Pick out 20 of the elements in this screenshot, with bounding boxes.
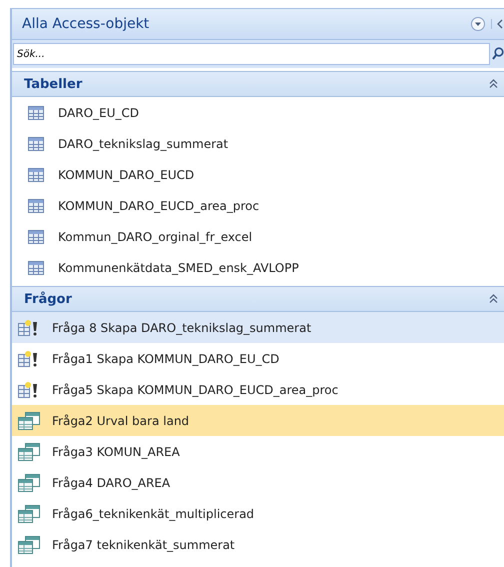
- group-title: Tabeller: [24, 76, 84, 92]
- navigation-item[interactable]: Fråga 8 Skapa DARO_teknikslag_summerat: [12, 312, 504, 343]
- navigation-item[interactable]: Fråga3 KOMUN_AREA: [12, 436, 504, 467]
- group-title: Frågor: [24, 292, 73, 306]
- navigation-item[interactable]: DARO_EU_CD: [12, 97, 504, 128]
- group-header[interactable]: Tabeller: [12, 71, 504, 97]
- search-field[interactable]: Sök...: [13, 43, 490, 65]
- navigation-item[interactable]: Kommunenkätdata_SMED_ensk_AVLOPP: [12, 252, 504, 283]
- navigation-item[interactable]: Fråga1 Skapa KOMMUN_DARO_EU_CD: [12, 343, 504, 374]
- navigation-item[interactable]: Fråga7 teknikenkät_summerat: [12, 529, 504, 560]
- navigation-item[interactable]: Fråga2 Urval bara land: [12, 405, 504, 436]
- navigation-item[interactable]: Fråga6_teknikenkät_multiplicerad: [12, 498, 504, 529]
- pane-title: Alla Access-objekt: [22, 16, 150, 32]
- navigation-item[interactable]: KOMMUN_DARO_EUCD_area_proc: [12, 190, 504, 221]
- navigation-item[interactable]: Kommun_DARO_orginal_fr_excel: [12, 221, 504, 252]
- group-header[interactable]: Frågor: [12, 286, 504, 312]
- navigation-item[interactable]: Fråga5 Skapa KOMMUN_DARO_EUCD_area_proc: [12, 374, 504, 405]
- navigation-item[interactable]: DARO_teknikslag_summerat: [12, 128, 504, 159]
- navigation-item[interactable]: KOMMUN_DARO_EUCD: [12, 159, 504, 190]
- navigation-item[interactable]: Fråga4 DARO_AREA: [12, 467, 504, 498]
